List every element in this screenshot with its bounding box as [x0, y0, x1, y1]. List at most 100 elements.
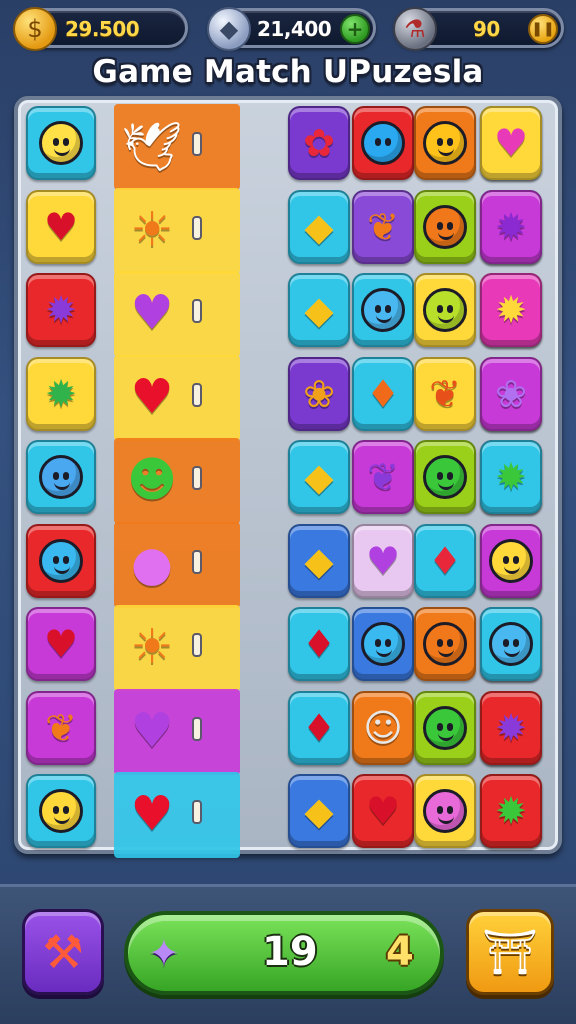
piece-icon: ✹ — [45, 288, 77, 332]
piece-icon: ♦ — [301, 622, 337, 666]
smiley-icon — [423, 622, 467, 666]
board-tile[interactable]: ♦ — [414, 523, 476, 598]
potion-icon: ⚗ — [393, 7, 437, 51]
board-tile[interactable]: ✹ — [480, 440, 542, 514]
board-tile[interactable]: ❀ — [288, 356, 350, 431]
board-tile[interactable]: ✿ — [288, 106, 350, 180]
board-tile[interactable]: ✹ — [26, 273, 96, 347]
gems-value: 21,400 — [257, 17, 332, 41]
special-piece[interactable]: ♥ — [114, 359, 190, 435]
piece-icon: ❦ — [367, 204, 399, 249]
special-piece[interactable]: ☀ — [114, 609, 190, 685]
board-tile[interactable]: ◆ — [288, 189, 350, 264]
smiley-icon — [39, 121, 83, 165]
board-tile[interactable] — [26, 106, 96, 180]
top-hud: $ 29.500 ◆ 21,400 + ⚗ 90 ❚❚ — [0, 6, 576, 51]
board-tile[interactable] — [414, 273, 476, 347]
strip-slot — [192, 716, 202, 741]
board-tile[interactable] — [414, 774, 476, 848]
board-tile[interactable]: ◆ — [288, 440, 350, 514]
special-piece[interactable]: ♥ — [114, 693, 190, 769]
smiley-icon — [39, 455, 83, 499]
pause-button[interactable]: ❚❚ — [528, 14, 558, 44]
piece-icon: ❀ — [303, 371, 335, 416]
special-piece[interactable]: ♥ — [114, 275, 190, 351]
board-tile[interactable] — [414, 189, 476, 264]
piece-icon: ✹ — [495, 705, 527, 750]
special-piece-icon: ☀ — [130, 201, 174, 258]
board-tile[interactable]: ❦ — [352, 440, 414, 514]
board-tile[interactable]: ◆ — [288, 273, 350, 347]
special-piece-icon: 🕊 — [121, 118, 183, 175]
board-tile[interactable] — [480, 523, 542, 598]
board-tile[interactable]: ♥ — [352, 523, 414, 598]
special-piece[interactable]: ☻ — [114, 442, 190, 518]
piece-icon: ✹ — [495, 789, 527, 833]
piece-icon: ◆ — [304, 288, 334, 332]
special-piece-icon: ♥ — [130, 702, 174, 759]
board-tile[interactable]: ✹ — [480, 774, 542, 848]
board-tile[interactable]: ✹ — [26, 356, 96, 431]
board-tile[interactable]: ◆ — [288, 523, 350, 598]
smiley-icon — [361, 121, 405, 165]
board-tile[interactable] — [414, 106, 476, 180]
game-title: Game Match UPuzesla — [92, 54, 484, 90]
board-tile[interactable] — [352, 607, 414, 681]
diamond-icon: ◆ — [207, 7, 251, 51]
smiley-icon — [423, 288, 467, 332]
board-tile[interactable] — [480, 607, 542, 681]
smiley-icon — [361, 288, 405, 332]
shop-button[interactable]: ⛩ — [466, 909, 554, 995]
special-piece-icon: ☻ — [126, 452, 178, 508]
special-piece-icon: ☀ — [130, 619, 174, 675]
moves-count: 19 — [262, 929, 318, 975]
board-tile[interactable]: ♥ — [26, 607, 96, 681]
board-tile[interactable]: ❦ — [352, 189, 414, 264]
hammer-booster-button[interactable]: ⚒ — [22, 909, 104, 995]
board-tile[interactable]: ♦ — [352, 356, 414, 431]
strip-slot — [192, 549, 202, 574]
piece-icon: ♥ — [365, 538, 401, 583]
board-tile[interactable] — [414, 607, 476, 681]
energy-counter[interactable]: ⚗ 90 ❚❚ — [393, 7, 564, 51]
board-tile[interactable] — [26, 440, 96, 514]
board-tile[interactable]: ❦ — [414, 356, 476, 431]
board-tile[interactable]: ❀ — [480, 356, 542, 431]
board-tile[interactable]: ♥ — [480, 106, 542, 180]
smiley-icon — [423, 455, 467, 499]
board-tile[interactable]: ✹ — [480, 273, 542, 347]
board-tile[interactable] — [414, 690, 476, 765]
add-gems-button[interactable]: + — [340, 14, 370, 44]
energy-value: 90 — [473, 17, 500, 41]
piece-icon: ♥ — [493, 121, 529, 165]
board-tile[interactable] — [352, 273, 414, 347]
board-tile[interactable]: ❦ — [26, 690, 96, 765]
smiley-icon — [39, 538, 83, 583]
shop-icon: ⛩ — [482, 927, 538, 978]
board-tile[interactable]: ♦ — [288, 607, 350, 681]
special-piece[interactable]: 🕊 — [114, 108, 190, 184]
gems-counter[interactable]: ◆ 21,400 + — [207, 7, 376, 51]
board-tile[interactable] — [26, 523, 96, 598]
board-tile[interactable]: ♥ — [26, 189, 96, 264]
coins-counter[interactable]: $ 29.500 — [13, 7, 188, 51]
piece-icon: ❦ — [429, 371, 461, 416]
board-tile[interactable]: ✹ — [480, 690, 542, 765]
board-tile[interactable]: ♥ — [352, 774, 414, 848]
board-tile[interactable] — [414, 440, 476, 514]
special-piece[interactable]: ☀ — [114, 192, 190, 268]
piece-icon: ◆ — [304, 204, 334, 249]
board-tile[interactable]: ✹ — [480, 189, 542, 264]
board-tile[interactable] — [26, 774, 96, 848]
hammer-icon: ⚒ — [42, 925, 84, 979]
board-tile[interactable]: ♦ — [288, 690, 350, 765]
piece-icon: ❀ — [495, 371, 527, 416]
board-tile[interactable] — [352, 106, 414, 180]
special-piece[interactable]: ● — [114, 526, 190, 602]
board-tile[interactable]: ☺ — [352, 690, 414, 765]
smiley-icon — [361, 622, 405, 666]
special-piece[interactable]: ♥ — [114, 776, 190, 852]
strip-slot — [192, 299, 202, 323]
board-tile[interactable]: ◆ — [288, 774, 350, 848]
strip-slot — [192, 800, 202, 824]
